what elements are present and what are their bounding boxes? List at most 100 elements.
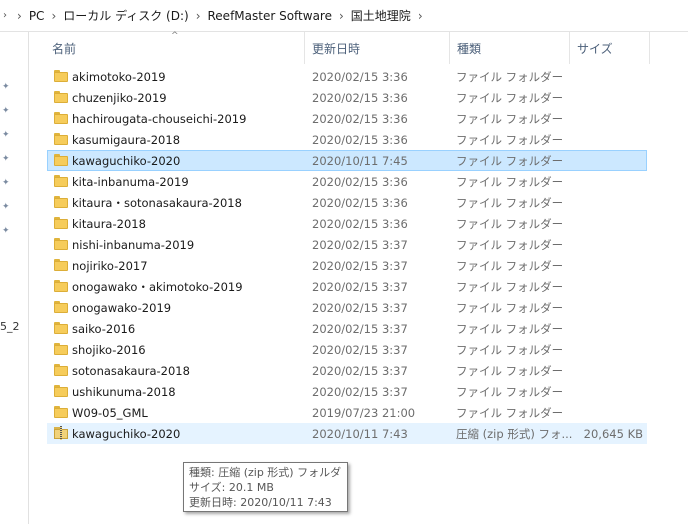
pin-icon[interactable]: ✦: [2, 106, 12, 116]
file-row[interactable]: kawaguchiko-2020 2020/10/11 7:45 ファイル フォルダ…: [47, 150, 647, 171]
folder-icon: [54, 322, 68, 334]
pin-icon[interactable]: ✦: [2, 154, 12, 164]
column-header-type[interactable]: 種類: [450, 32, 570, 64]
pin-icon[interactable]: ✦: [2, 82, 12, 92]
folder-icon: [54, 91, 68, 103]
file-name: onogawako・akimotoko-2019: [72, 279, 243, 294]
file-modified-date: 2020/02/15 3:37: [312, 258, 408, 273]
breadcrumb-item-reefmaster[interactable]: ReefMaster Software: [208, 9, 332, 23]
column-header-size[interactable]: サイズ: [570, 32, 650, 64]
file-name: kawaguchiko-2020: [72, 426, 181, 441]
file-type: ファイル フォルダー: [456, 384, 564, 399]
file-type: 圧縮 (zip 形式) フォ...: [456, 426, 573, 441]
file-size: [568, 319, 643, 338]
folder-icon: [54, 406, 68, 418]
pin-icon[interactable]: ✦: [2, 226, 12, 236]
navigation-pane[interactable]: ✦ ✦ ✦ ✦ ✦ ✦ ✦ 5_2: [0, 32, 29, 524]
file-modified-date: 2020/02/15 3:36: [312, 111, 408, 126]
folder-icon: [54, 70, 68, 82]
file-type: ファイル フォルダー: [456, 405, 564, 420]
file-name: nojiriko-2017: [72, 258, 148, 273]
folder-icon: [54, 217, 68, 229]
folder-icon: [54, 280, 68, 292]
pin-icon[interactable]: ✦: [2, 178, 12, 188]
file-list: akimotoko-2019 2020/02/15 3:36 ファイル フォルダー c…: [47, 66, 647, 444]
file-modified-date: 2020/10/11 7:45: [312, 153, 408, 168]
column-header-date-label: 更新日時: [312, 41, 361, 56]
folder-icon: [54, 175, 68, 187]
breadcrumb-item-current-folder[interactable]: 国土地理院: [351, 7, 411, 24]
file-row[interactable]: kita-inbanuma-2019 2020/02/15 3:36 ファイル フォ…: [47, 171, 647, 192]
column-header-name[interactable]: 名前: [45, 32, 305, 64]
file-row[interactable]: onogawako・akimotoko-2019 2020/02/15 3:37 フ…: [47, 276, 647, 297]
file-row[interactable]: chuzenjiko-2019 2020/02/15 3:36 ファイル フォルダー: [47, 87, 647, 108]
zip-folder-icon: [54, 426, 68, 440]
file-size: [568, 277, 643, 296]
up-arrow-icon[interactable]: ›: [0, 0, 10, 32]
folder-icon: [54, 301, 68, 313]
file-row[interactable]: sotonasakaura-2018 2020/02/15 3:37 ファイル フォ…: [47, 360, 647, 381]
breadcrumb-item-pc[interactable]: PC: [29, 9, 45, 23]
pin-icon[interactable]: ✦: [2, 130, 12, 140]
chevron-right-icon[interactable]: ›: [339, 9, 344, 23]
file-row[interactable]: kawaguchiko-2020 2020/10/11 7:43 圧縮 (zip 形…: [47, 423, 647, 444]
pin-icon[interactable]: ✦: [2, 202, 12, 212]
file-name: hachirougata-chouseichi-2019: [72, 111, 247, 126]
file-row[interactable]: W09-05_GML 2019/07/23 21:00 ファイル フォルダー: [47, 402, 647, 423]
chevron-right-icon[interactable]: ›: [418, 9, 423, 23]
file-size: [568, 298, 643, 317]
nav-item-truncated[interactable]: 5_2: [0, 320, 20, 333]
chevron-right-icon[interactable]: ›: [17, 9, 22, 23]
file-modified-date: 2020/02/15 3:36: [312, 195, 408, 210]
file-row[interactable]: onogawako-2019 2020/02/15 3:37 ファイル フォルダー: [47, 297, 647, 318]
folder-icon: [54, 196, 68, 208]
column-header-name-label: 名前: [52, 41, 77, 56]
file-modified-date: 2020/02/15 3:37: [312, 384, 408, 399]
chevron-right-icon[interactable]: ›: [196, 9, 201, 23]
file-name: kita-inbanuma-2019: [72, 174, 189, 189]
file-modified-date: 2019/07/23 21:00: [312, 405, 416, 420]
file-size: [568, 109, 643, 128]
file-row[interactable]: hachirougata-chouseichi-2019 2020/02/15 3…: [47, 108, 647, 129]
file-name: kitaura-2018: [72, 216, 146, 231]
folder-icon: [54, 364, 68, 376]
tooltip-type: 種類: 圧縮 (zip 形式) フォルダー: [189, 466, 342, 479]
column-header: ^ 名前 更新日時 種類 サイズ: [29, 31, 688, 64]
file-row[interactable]: kasumigaura-2018 2020/02/15 3:36 ファイル フォルダ…: [47, 129, 647, 150]
file-modified-date: 2020/02/15 3:37: [312, 363, 408, 378]
file-row[interactable]: kitaura-2018 2020/02/15 3:36 ファイル フォルダー: [47, 213, 647, 234]
file-name: shojiko-2016: [72, 342, 146, 357]
file-name: nishi-inbanuma-2019: [72, 237, 195, 252]
folder-icon: [54, 238, 68, 250]
folder-icon: [54, 154, 68, 166]
file-modified-date: 2020/10/11 7:43: [312, 426, 408, 441]
file-size: [568, 340, 643, 359]
file-modified-date: 2020/02/15 3:37: [312, 237, 408, 252]
file-size: [568, 130, 643, 149]
column-header-date[interactable]: 更新日時: [305, 32, 450, 64]
file-modified-date: 2020/02/15 3:36: [312, 132, 408, 147]
file-name: onogawako-2019: [72, 300, 172, 315]
file-size: [568, 403, 643, 422]
file-modified-date: 2020/02/15 3:36: [312, 90, 408, 105]
file-row[interactable]: nishi-inbanuma-2019 2020/02/15 3:37 ファイル フ…: [47, 234, 647, 255]
file-row[interactable]: kitaura・sotonasakaura-2018 2020/02/15 3:3…: [47, 192, 647, 213]
file-type: ファイル フォルダー: [456, 300, 564, 315]
chevron-right-icon[interactable]: ›: [51, 9, 56, 23]
file-row[interactable]: shojiko-2016 2020/02/15 3:37 ファイル フォルダー: [47, 339, 647, 360]
file-name: kawaguchiko-2020: [72, 153, 181, 168]
file-type: ファイル フォルダー: [456, 132, 564, 147]
file-row[interactable]: ushikunuma-2018 2020/02/15 3:37 ファイル フォルダー: [47, 381, 647, 402]
file-size: [568, 361, 643, 380]
folder-icon: [54, 259, 68, 271]
breadcrumb-item-local-disk[interactable]: ローカル ディスク (D:): [63, 7, 188, 24]
file-size: [568, 151, 643, 170]
file-row[interactable]: saiko-2016 2020/02/15 3:37 ファイル フォルダー: [47, 318, 647, 339]
file-row[interactable]: akimotoko-2019 2020/02/15 3:36 ファイル フォルダー: [47, 66, 647, 87]
tooltip-size: サイズ: 20.1 MB: [189, 481, 274, 494]
file-modified-date: 2020/02/15 3:37: [312, 321, 408, 336]
file-size: [568, 214, 643, 233]
file-name: kasumigaura-2018: [72, 132, 181, 147]
folder-icon: [54, 133, 68, 145]
file-row[interactable]: nojiriko-2017 2020/02/15 3:37 ファイル フォルダー: [47, 255, 647, 276]
